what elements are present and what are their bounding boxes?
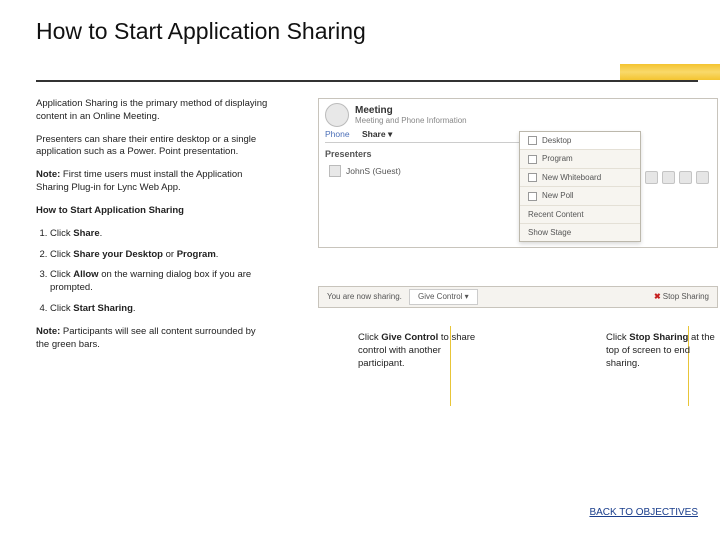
- tab-share[interactable]: Share ▾: [362, 129, 392, 139]
- poll-icon: [528, 192, 537, 201]
- menu-poll[interactable]: New Poll: [520, 187, 640, 205]
- stop-sharing-button[interactable]: ✖Stop Sharing: [654, 287, 709, 307]
- step-4: Click Start Sharing.: [50, 303, 268, 316]
- presenter-row: JohnS (Guest): [329, 165, 401, 177]
- sharing-bar: You are now sharing. Give Control ▾ ✖Sto…: [318, 286, 718, 308]
- menu-recent[interactable]: Recent Content: [520, 206, 640, 224]
- t: Click: [358, 332, 381, 343]
- how-heading: How to Start Application Sharing: [36, 205, 268, 218]
- content: Application Sharing is the primary metho…: [36, 98, 698, 480]
- t: Click: [50, 249, 73, 260]
- l: Desktop: [542, 136, 571, 145]
- menu-program[interactable]: Program: [520, 150, 640, 168]
- presence-icon: [329, 165, 341, 177]
- intro-p1: Application Sharing is the primary metho…: [36, 98, 268, 124]
- action-icon[interactable]: [645, 171, 658, 184]
- whiteboard-icon: [528, 173, 537, 182]
- l: Show Stage: [528, 228, 571, 237]
- t: .: [100, 228, 103, 239]
- action-icon[interactable]: [662, 171, 675, 184]
- b: Stop Sharing: [629, 332, 688, 343]
- b: Share: [73, 228, 99, 239]
- b: Start Sharing: [73, 303, 133, 314]
- meeting-titles: Meeting Meeting and Phone Information: [355, 105, 467, 125]
- action-icon[interactable]: [679, 171, 692, 184]
- callout-give-control: Click Give Control to share control with…: [358, 332, 488, 370]
- slide: How to Start Application Sharing Applica…: [0, 0, 720, 540]
- menu-whiteboard[interactable]: New Whiteboard: [520, 169, 640, 187]
- b: Program: [177, 249, 216, 260]
- lync-screenshot: Meeting Meeting and Phone Information Ph…: [318, 98, 718, 248]
- presenters-label: Presenters: [325, 149, 372, 159]
- meeting-header: Meeting Meeting and Phone Information: [325, 103, 467, 127]
- intro-note: Note: First time users must install the …: [36, 169, 268, 195]
- t: Click: [50, 228, 73, 239]
- l: Recent Content: [528, 210, 584, 219]
- note-2: Note: Participants will see all content …: [36, 326, 268, 352]
- desktop-icon: [528, 136, 537, 145]
- l: New Whiteboard: [542, 173, 601, 182]
- l: Program: [542, 154, 573, 163]
- callout-stop-sharing: Click Stop Sharing at the top of screen …: [606, 332, 720, 370]
- t: Click: [50, 269, 73, 280]
- close-icon: ✖: [654, 292, 661, 301]
- right-column: Meeting Meeting and Phone Information Ph…: [318, 98, 716, 308]
- step-1: Click Share.: [50, 228, 268, 241]
- give-control-button[interactable]: Give Control ▾: [409, 289, 478, 305]
- b: Share your Desktop: [73, 249, 163, 260]
- heading-rule: [36, 80, 698, 82]
- sharing-status: You are now sharing.: [327, 287, 402, 307]
- how-heading-text: How to Start Application Sharing: [36, 205, 184, 216]
- presenter-name: JohnS (Guest): [346, 166, 401, 176]
- step-2: Click Share your Desktop or Program.: [50, 249, 268, 262]
- action-icons: [645, 171, 709, 184]
- step-3: Click Allow on the warning dialog box if…: [50, 269, 268, 295]
- t: .: [133, 303, 136, 314]
- note-label: Note:: [36, 326, 60, 337]
- tab-phone[interactable]: Phone: [325, 129, 350, 139]
- note-label: Note:: [36, 169, 60, 180]
- meeting-icon: [325, 103, 349, 127]
- note-body: First time users must install the Applic…: [36, 169, 242, 193]
- page-title: How to Start Application Sharing: [0, 0, 720, 49]
- t: Click: [50, 303, 73, 314]
- l: New Poll: [542, 191, 574, 200]
- meeting-subtitle: Meeting and Phone Information: [355, 116, 467, 125]
- meeting-title: Meeting: [355, 105, 467, 116]
- t: Click: [606, 332, 629, 343]
- action-icon[interactable]: [696, 171, 709, 184]
- menu-desktop[interactable]: Desktop: [520, 132, 640, 150]
- t: or: [163, 249, 177, 260]
- t: .: [216, 249, 219, 260]
- intro-p2: Presenters can share their entire deskto…: [36, 134, 268, 160]
- note-body: Participants will see all content surrou…: [36, 326, 256, 350]
- b: Allow: [73, 269, 98, 280]
- share-menu: Desktop Program New Whiteboard New Poll …: [519, 131, 641, 242]
- left-column: Application Sharing is the primary metho…: [36, 98, 268, 361]
- stop-label: Stop Sharing: [663, 292, 709, 301]
- tabs: Phone Share ▾: [325, 129, 535, 143]
- accent-band: [620, 64, 720, 80]
- program-icon: [528, 155, 537, 164]
- back-to-objectives-link[interactable]: BACK TO OBJECTIVES: [589, 507, 698, 518]
- steps-list: Click Share. Click Share your Desktop or…: [36, 228, 268, 316]
- menu-stage[interactable]: Show Stage: [520, 224, 640, 241]
- b: Give Control: [381, 332, 438, 343]
